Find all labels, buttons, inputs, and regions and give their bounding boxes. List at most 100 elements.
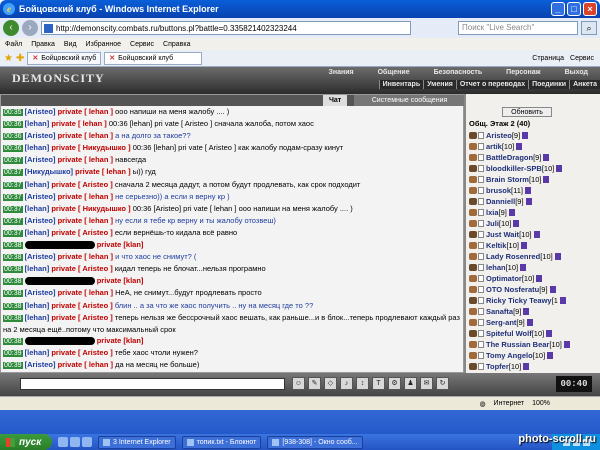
message-target[interactable]: [ lehan ] (84, 131, 113, 140)
user-name[interactable]: OTO Nosferatu (486, 285, 539, 294)
private-tag[interactable]: private (51, 313, 76, 322)
user-name[interactable]: artik (486, 142, 502, 151)
message-sender[interactable]: [Aristeo] (25, 192, 56, 201)
user-info-icon[interactable] (478, 132, 484, 139)
mail-icon[interactable]: ✉ (420, 377, 433, 390)
people-icon[interactable]: ♟ (404, 377, 417, 390)
private-tag[interactable]: private (58, 216, 83, 225)
menu-view[interactable]: Вид (64, 41, 77, 48)
menu-tools[interactable]: Сервис (130, 41, 154, 48)
search-input[interactable]: Поиск "Live Search" (458, 21, 578, 35)
message-sender[interactable]: [lehan] (25, 228, 50, 237)
favorites-star-icon[interactable]: ★ (4, 53, 13, 64)
menu-security[interactable]: Безопасность (422, 69, 495, 76)
add-favorite-icon[interactable]: ✚ (16, 53, 24, 64)
private-msg-icon[interactable] (469, 209, 477, 216)
user-row[interactable]: artik [10] (466, 141, 600, 152)
user-info-icon[interactable] (478, 330, 484, 337)
message-target[interactable]: [ lehan ] (84, 192, 113, 201)
private-msg-icon[interactable] (469, 231, 477, 238)
user-name[interactable]: Lady Rosenred (486, 252, 540, 261)
message-target[interactable]: [klan] (123, 276, 143, 285)
message-target[interactable]: [ lehan ] (78, 119, 107, 128)
private-msg-icon[interactable] (469, 198, 477, 205)
private-tag[interactable]: private (97, 240, 122, 249)
refresh-button[interactable]: Обновить (502, 107, 552, 117)
message-sender[interactable]: [lehan] (25, 204, 50, 213)
user-row[interactable]: brusok [11] (466, 185, 600, 196)
message-target[interactable]: [klan] (123, 336, 143, 345)
message-target[interactable]: [ lehan ] (84, 216, 113, 225)
clear-icon[interactable]: ✎ (308, 377, 321, 390)
message-target[interactable]: [ Aristeo ] (78, 228, 113, 237)
message-target[interactable]: [ lehan ] (84, 288, 113, 297)
user-row[interactable]: The Russian Bear [10] (466, 339, 600, 350)
user-info-icon[interactable] (478, 176, 484, 183)
quicklaunch-desktop-icon[interactable] (70, 437, 80, 447)
user-info-icon[interactable] (478, 308, 484, 315)
message-sender[interactable]: [lehan] (25, 348, 50, 357)
user-row[interactable]: Keltik [10] (466, 240, 600, 251)
menu-favorites[interactable]: Избранное (86, 41, 121, 48)
page-menu[interactable]: Страница (532, 55, 564, 62)
tab-fight-club-2[interactable]: ✕ Бойцовский клуб (104, 51, 203, 65)
user-name[interactable]: Keltik (486, 241, 506, 250)
user-row[interactable]: Ricky Ticky Teawy [1 (466, 295, 600, 306)
private-tag[interactable]: private (97, 336, 122, 345)
menu-transfers[interactable]: Отчет о переводах (455, 80, 528, 89)
user-name[interactable]: Optimator (486, 274, 522, 283)
user-name[interactable]: Brain Storm (486, 175, 529, 184)
refresh-icon[interactable]: ↻ (436, 377, 449, 390)
message-target[interactable]: [ Никудышко ] (78, 143, 131, 152)
user-name[interactable]: Sanafta (486, 307, 513, 316)
user-name[interactable]: lehan (486, 263, 506, 272)
smile-icon[interactable]: ☺ (292, 377, 305, 390)
address-bar[interactable]: http://demonscity.combats.ru/buttons.pl?… (41, 21, 411, 35)
private-msg-icon[interactable] (469, 187, 477, 194)
message-sender[interactable]: [Никудышко] (25, 167, 73, 176)
user-row[interactable]: Lady Rosenred [10] (466, 251, 600, 262)
menu-knowledge[interactable]: Знания (316, 69, 365, 76)
menu-help[interactable]: Справка (163, 41, 190, 48)
zoom-level[interactable]: 100% (532, 400, 550, 407)
message-target[interactable]: [ lehan ] (84, 360, 113, 369)
tools-menu[interactable]: Сервис (570, 55, 594, 62)
user-info-icon[interactable] (478, 352, 484, 359)
menu-file[interactable]: Файл (5, 41, 22, 48)
user-info-icon[interactable] (478, 198, 484, 205)
sound-icon[interactable]: ♪ (340, 377, 353, 390)
tab-close-icon[interactable]: ✕ (109, 54, 115, 62)
menu-fights[interactable]: Поединки (528, 80, 569, 89)
search-icon[interactable]: ⌕ (581, 21, 597, 35)
user-info-icon[interactable] (478, 341, 484, 348)
message-target[interactable]: [ Никудышко ] (78, 204, 131, 213)
menu-inventory[interactable]: Инвентарь (378, 80, 424, 89)
quicklaunch-ie-icon[interactable] (58, 437, 68, 447)
start-button[interactable]: пуск (0, 434, 52, 450)
message-sender[interactable]: [Aristeo] (25, 107, 56, 116)
user-row[interactable]: Serg-ant [9] (466, 317, 600, 328)
user-name[interactable]: brusok (486, 186, 511, 195)
user-info-icon[interactable] (478, 264, 484, 271)
tab-fight-club-1[interactable]: ✕ Бойцовский клуб (27, 51, 102, 65)
private-tag[interactable]: private (51, 119, 76, 128)
private-tag[interactable]: private (51, 143, 76, 152)
user-name[interactable]: Aristeo (486, 131, 512, 140)
private-tag[interactable]: private (58, 360, 83, 369)
task-ie[interactable]: 3 Internet Explorer (98, 435, 176, 449)
user-name[interactable]: Serg-ant (486, 318, 516, 327)
menu-edit[interactable]: Правка (31, 41, 55, 48)
private-msg-icon[interactable] (469, 253, 477, 260)
private-msg-icon[interactable] (469, 264, 477, 271)
user-row[interactable]: Topfer [10] (466, 361, 600, 372)
private-msg-icon[interactable] (469, 352, 477, 359)
user-info-icon[interactable] (478, 187, 484, 194)
user-row[interactable]: Just Wait [10] (466, 229, 600, 240)
user-row[interactable]: Juli [10] (466, 218, 600, 229)
message-sender[interactable]: [lehan] (25, 119, 50, 128)
private-tag[interactable]: private (58, 252, 83, 261)
menu-skills[interactable]: Умения (423, 80, 456, 89)
user-row[interactable]: OTO Nosferatu [9] (466, 284, 600, 295)
private-msg-icon[interactable] (469, 220, 477, 227)
menu-communication[interactable]: Общение (366, 69, 422, 76)
